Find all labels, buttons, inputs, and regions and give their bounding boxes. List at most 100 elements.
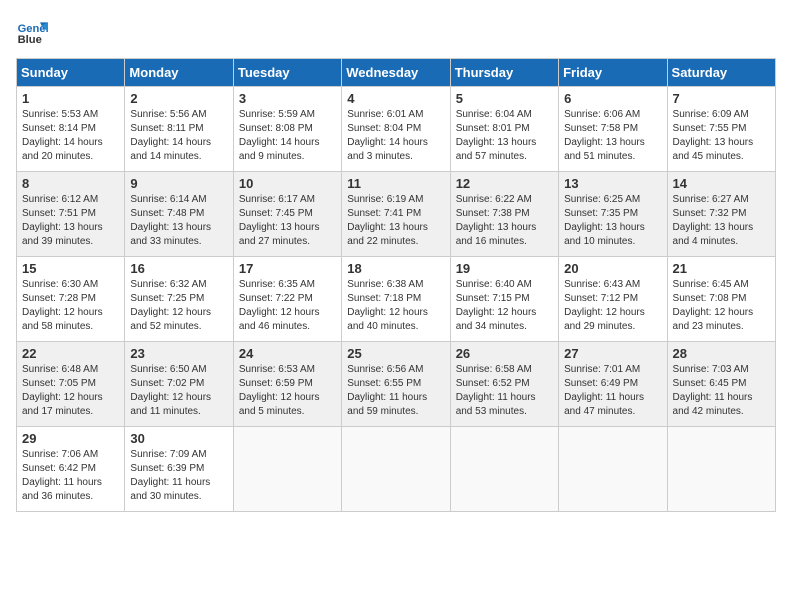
calendar-cell: 3 Sunrise: 5:59 AMSunset: 8:08 PMDaylight… [233,87,341,172]
calendar-cell: 10Sunrise: 6:17 AMSunset: 7:45 PMDayligh… [233,172,341,257]
day-info: Sunrise: 6:35 AMSunset: 7:22 PMDaylight:… [239,278,336,334]
calendar-cell: 2 Sunrise: 5:56 AMSunset: 8:11 PMDaylight… [125,87,233,172]
day-number: 11 [347,176,444,191]
day-number: 18 [347,261,444,276]
calendar-cell [342,427,450,512]
calendar-cell: 22Sunrise: 6:48 AMSunset: 7:05 PMDayligh… [17,342,125,427]
day-info: Sunrise: 7:06 AMSunset: 6:42 PMDaylight:… [22,448,119,504]
calendar-cell: 18 Sunrise: 6:38 AMSunset: 7:18 PMDayligh… [342,257,450,342]
day-number: 24 [239,346,336,361]
calendar-cell: 27 Sunrise: 7:01 AMSunset: 6:49 PMDayligh… [559,342,667,427]
calendar-cell [450,427,558,512]
day-number: 17 [239,261,336,276]
day-number: 29 [22,431,119,446]
day-header-monday: Monday [125,59,233,87]
day-info: Sunrise: 6:40 AMSunset: 7:15 PMDaylight:… [456,278,553,334]
calendar-cell: 25 Sunrise: 6:56 AMSunset: 6:55 PMDayligh… [342,342,450,427]
day-info: Sunrise: 6:14 AMSunset: 7:48 PMDaylight:… [130,193,227,249]
day-info: Sunrise: 6:48 AMSunset: 7:05 PMDaylight:… [22,363,119,419]
day-header-wednesday: Wednesday [342,59,450,87]
week-row-5: 29 Sunrise: 7:06 AMSunset: 6:42 PMDayligh… [17,427,776,512]
calendar-cell: 1 Sunrise: 5:53 AMSunset: 8:14 PMDaylight… [17,87,125,172]
day-info: Sunrise: 6:12 AMSunset: 7:51 PMDaylight:… [22,193,119,249]
day-header-sunday: Sunday [17,59,125,87]
calendar-cell: 14 Sunrise: 6:27 AMSunset: 7:32 PMDayligh… [667,172,775,257]
day-info: Sunrise: 6:30 AMSunset: 7:28 PMDaylight:… [22,278,119,334]
day-number: 30 [130,431,227,446]
day-info: Sunrise: 6:50 AMSunset: 7:02 PMDaylight:… [130,363,227,419]
day-number: 15 [22,261,119,276]
calendar-cell [667,427,775,512]
day-info: Sunrise: 7:09 AMSunset: 6:39 PMDaylight:… [130,448,227,504]
day-info: Sunrise: 6:58 AMSunset: 6:52 PMDaylight:… [456,363,553,419]
day-number: 23 [130,346,227,361]
calendar-cell: 9 Sunrise: 6:14 AMSunset: 7:48 PMDaylight… [125,172,233,257]
day-info: Sunrise: 6:38 AMSunset: 7:18 PMDaylight:… [347,278,444,334]
day-info: Sunrise: 6:56 AMSunset: 6:55 PMDaylight:… [347,363,444,419]
calendar-table: SundayMondayTuesdayWednesdayThursdayFrid… [16,58,776,512]
calendar-cell: 30 Sunrise: 7:09 AMSunset: 6:39 PMDayligh… [125,427,233,512]
day-header-thursday: Thursday [450,59,558,87]
day-header-friday: Friday [559,59,667,87]
calendar-cell: 26 Sunrise: 6:58 AMSunset: 6:52 PMDayligh… [450,342,558,427]
day-header-tuesday: Tuesday [233,59,341,87]
day-info: Sunrise: 6:09 AMSunset: 7:55 PMDaylight:… [673,108,770,164]
day-info: Sunrise: 6:27 AMSunset: 7:32 PMDaylight:… [673,193,770,249]
calendar-cell: 19Sunrise: 6:40 AMSunset: 7:15 PMDayligh… [450,257,558,342]
day-number: 7 [673,91,770,106]
day-info: Sunrise: 6:01 AMSunset: 8:04 PMDaylight:… [347,108,444,164]
calendar-cell: 21 Sunrise: 6:45 AMSunset: 7:08 PMDayligh… [667,257,775,342]
day-number: 1 [22,91,119,106]
day-info: Sunrise: 7:01 AMSunset: 6:49 PMDaylight:… [564,363,661,419]
day-info: Sunrise: 6:45 AMSunset: 7:08 PMDaylight:… [673,278,770,334]
day-number: 5 [456,91,553,106]
logo-icon: General Blue [16,16,48,48]
calendar-cell [559,427,667,512]
page-header: General Blue [16,16,776,48]
calendar-header-row: SundayMondayTuesdayWednesdayThursdayFrid… [17,59,776,87]
day-number: 8 [22,176,119,191]
day-info: Sunrise: 5:59 AMSunset: 8:08 PMDaylight:… [239,108,336,164]
calendar-cell: 13 Sunrise: 6:25 AMSunset: 7:35 PMDayligh… [559,172,667,257]
day-info: Sunrise: 6:25 AMSunset: 7:35 PMDaylight:… [564,193,661,249]
week-row-3: 15 Sunrise: 6:30 AMSunset: 7:28 PMDayligh… [17,257,776,342]
day-info: Sunrise: 5:53 AMSunset: 8:14 PMDaylight:… [22,108,119,164]
day-number: 20 [564,261,661,276]
day-info: Sunrise: 6:04 AMSunset: 8:01 PMDaylight:… [456,108,553,164]
day-number: 12 [456,176,553,191]
calendar-cell: 16Sunrise: 6:32 AMSunset: 7:25 PMDayligh… [125,257,233,342]
svg-text:Blue: Blue [18,34,42,46]
week-row-4: 22Sunrise: 6:48 AMSunset: 7:05 PMDayligh… [17,342,776,427]
calendar-cell: 23 Sunrise: 6:50 AMSunset: 7:02 PMDayligh… [125,342,233,427]
day-info: Sunrise: 5:56 AMSunset: 8:11 PMDaylight:… [130,108,227,164]
day-number: 16 [130,261,227,276]
day-number: 27 [564,346,661,361]
day-info: Sunrise: 6:06 AMSunset: 7:58 PMDaylight:… [564,108,661,164]
day-number: 13 [564,176,661,191]
day-number: 9 [130,176,227,191]
day-info: Sunrise: 6:53 AMSunset: 6:59 PMDaylight:… [239,363,336,419]
day-number: 14 [673,176,770,191]
calendar-cell: 28 Sunrise: 7:03 AMSunset: 6:45 PMDayligh… [667,342,775,427]
calendar-cell: 7 Sunrise: 6:09 AMSunset: 7:55 PMDaylight… [667,87,775,172]
calendar-cell: 15 Sunrise: 6:30 AMSunset: 7:28 PMDayligh… [17,257,125,342]
week-row-1: 1 Sunrise: 5:53 AMSunset: 8:14 PMDaylight… [17,87,776,172]
calendar-cell: 12Sunrise: 6:22 AMSunset: 7:38 PMDayligh… [450,172,558,257]
calendar-cell: 17 Sunrise: 6:35 AMSunset: 7:22 PMDayligh… [233,257,341,342]
day-number: 26 [456,346,553,361]
calendar-cell: 5 Sunrise: 6:04 AMSunset: 8:01 PMDaylight… [450,87,558,172]
day-number: 28 [673,346,770,361]
calendar-cell: 29 Sunrise: 7:06 AMSunset: 6:42 PMDayligh… [17,427,125,512]
day-info: Sunrise: 6:43 AMSunset: 7:12 PMDaylight:… [564,278,661,334]
day-info: Sunrise: 7:03 AMSunset: 6:45 PMDaylight:… [673,363,770,419]
calendar-cell: 4 Sunrise: 6:01 AMSunset: 8:04 PMDaylight… [342,87,450,172]
day-number: 21 [673,261,770,276]
calendar-cell: 20 Sunrise: 6:43 AMSunset: 7:12 PMDayligh… [559,257,667,342]
week-row-2: 8 Sunrise: 6:12 AMSunset: 7:51 PMDaylight… [17,172,776,257]
day-number: 25 [347,346,444,361]
day-number: 4 [347,91,444,106]
logo: General Blue [16,16,52,48]
day-number: 3 [239,91,336,106]
calendar-cell: 6Sunrise: 6:06 AMSunset: 7:58 PMDaylight… [559,87,667,172]
day-number: 2 [130,91,227,106]
